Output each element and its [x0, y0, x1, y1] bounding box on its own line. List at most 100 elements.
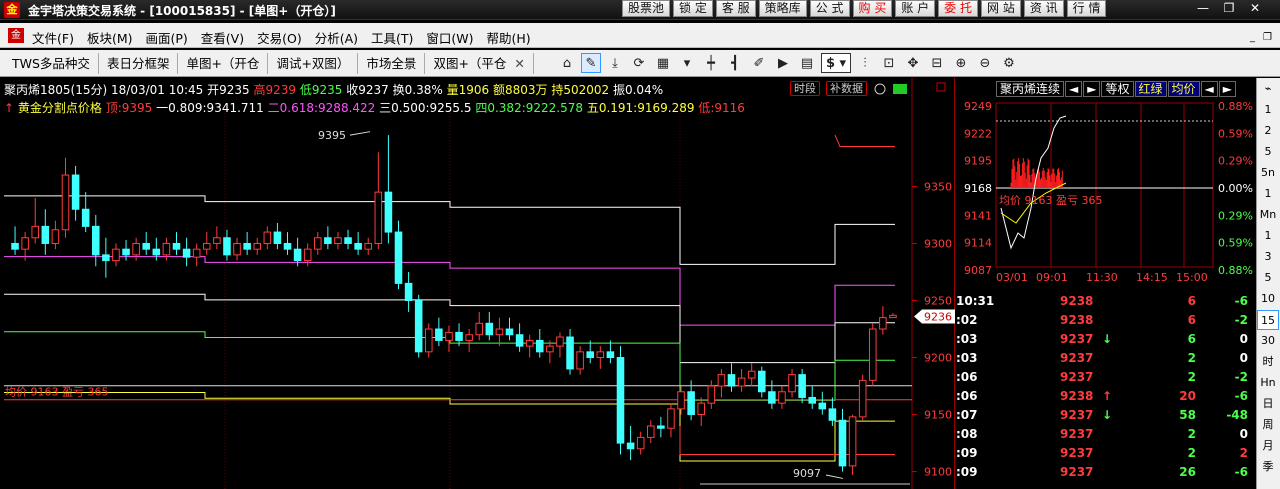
kline-chart[interactable]: 9100 9150 9200 9250 9300 9350 均价 9163 盈亏 365 93…: [0, 78, 955, 489]
top-button-4[interactable]: 公 式: [809, 0, 850, 17]
menu-item-7[interactable]: 窗口(W): [426, 28, 473, 47]
minimize-icon[interactable]: —: [1193, 0, 1213, 17]
chart-icon[interactable]: ⊡: [879, 53, 899, 73]
period-button-1[interactable]: 1: [1257, 100, 1279, 120]
mdi-minimize-icon[interactable]: _: [1250, 32, 1255, 43]
mini-tab-0[interactable]: 聚丙烯连续: [996, 81, 1065, 97]
menu-item-0[interactable]: 文件(F): [32, 28, 74, 47]
period-button-14[interactable]: Hn: [1257, 373, 1279, 393]
layout-tab-5[interactable]: 双图+（平仓 ✕: [425, 53, 534, 74]
top-button-1[interactable]: 锁 定: [673, 0, 713, 17]
settings-icon[interactable]: ⚙: [999, 53, 1019, 73]
top-button-6[interactable]: 账 户: [895, 0, 936, 17]
menu-item-5[interactable]: 分析(A): [315, 28, 358, 47]
period-button-4[interactable]: 5n: [1257, 163, 1279, 183]
top-button-0[interactable]: 股票池: [622, 0, 671, 17]
mini-right-tick: 0.00%: [1218, 182, 1253, 195]
layout-tab-3[interactable]: 调试+双图）: [268, 53, 359, 74]
top-button-10[interactable]: 行 情: [1066, 0, 1107, 17]
period-button-7[interactable]: 1: [1257, 226, 1279, 246]
menu-item-3[interactable]: 查看(V): [201, 28, 244, 47]
menu-item-6[interactable]: 工具(T): [371, 28, 413, 47]
candle-body: [828, 408, 837, 421]
doc-icon[interactable]: ▤: [797, 53, 817, 73]
period-button-6[interactable]: Mn: [1257, 205, 1279, 225]
high-label: 高9239: [253, 83, 297, 97]
high-mark-label: 9395: [318, 129, 346, 142]
grid-icon[interactable]: ▦: [653, 53, 673, 73]
period-button-15[interactable]: 日: [1257, 394, 1279, 414]
dollar-icon[interactable]: $ ▾: [821, 53, 851, 73]
mini-tab-7[interactable]: ►: [1218, 81, 1236, 97]
menu-item-4[interactable]: 交易(O): [257, 28, 302, 47]
intraday-mini-panel[interactable]: 9249 0.88% 9222 0.59% 9195 0.29% 9168 0.00% 9141…: [956, 78, 1256, 289]
restore-icon[interactable]: ❐: [1219, 0, 1239, 17]
period-button-16[interactable]: 周: [1257, 415, 1279, 435]
intraday-mini-chart[interactable]: 9249 0.88% 9222 0.59% 9195 0.29% 9168 0.00% 9141…: [956, 78, 1256, 289]
period-button-2[interactable]: 2: [1257, 121, 1279, 141]
menu-item-1[interactable]: 板块(M): [87, 28, 133, 47]
menu-item-8[interactable]: 帮助(H): [487, 28, 531, 47]
layout-tab-1[interactable]: 表日分框架: [99, 53, 179, 74]
home-icon[interactable]: ⌂: [557, 53, 577, 73]
period-button-0[interactable]: ⌁: [1257, 79, 1279, 99]
kline-chart-panel[interactable]: 9100 9150 9200 9250 9300 9350 均价 9163 盈亏 365 93…: [0, 78, 955, 489]
period-button-10[interactable]: 10: [1257, 289, 1279, 309]
top-button-7[interactable]: 委 托: [938, 0, 978, 17]
session-tag[interactable]: 时段: [790, 81, 820, 96]
play-icon[interactable]: ▶: [773, 53, 793, 73]
layout-tab-2[interactable]: 单图+（开仓: [178, 53, 269, 74]
download-icon[interactable]: ⤓: [605, 53, 625, 73]
tick-time: :06: [956, 389, 978, 403]
tick-arrow: ↓: [1102, 408, 1113, 422]
mini-tab-6[interactable]: ◄: [1200, 81, 1218, 97]
zoom-in-icon[interactable]: ⊕: [951, 53, 971, 73]
mini-tab-1[interactable]: ◄: [1065, 81, 1083, 97]
zoom-out-icon[interactable]: ⊖: [975, 53, 995, 73]
period-button-11[interactable]: 15: [1257, 310, 1279, 330]
mini-tab-5[interactable]: 均价: [1167, 81, 1200, 97]
mdi-restore-icon[interactable]: ❐: [1263, 32, 1272, 43]
draw-line-icon[interactable]: ✎: [581, 53, 601, 73]
candle-body: [213, 237, 221, 244]
fill-data-tag[interactable]: 补数据: [826, 81, 867, 96]
period-button-13[interactable]: 时: [1257, 352, 1279, 372]
top-button-5[interactable]: 购 买: [852, 0, 893, 17]
period-button-8[interactable]: 3: [1257, 247, 1279, 267]
turnover-label: 换0.38%: [392, 83, 443, 97]
top-button-2[interactable]: 客 服: [715, 0, 756, 17]
edit-icon[interactable]: ✐: [749, 53, 769, 73]
close-icon[interactable]: ✕: [1245, 0, 1265, 17]
period-button-18[interactable]: 季: [1257, 457, 1279, 477]
layout-tab-4[interactable]: 市场全景: [358, 53, 426, 74]
mini-left-tick: 9249: [964, 100, 992, 113]
layout-tab-0[interactable]: TWS多品种交: [4, 53, 99, 74]
candle-body: [556, 336, 564, 347]
period-button-5[interactable]: 1: [1257, 184, 1279, 204]
dropdown-icon[interactable]: ▾: [677, 53, 697, 73]
menu-item-2[interactable]: 画面(P): [146, 28, 188, 47]
candle-body: [788, 374, 796, 393]
bars-icon[interactable]: ┫: [725, 53, 745, 73]
period-button-12[interactable]: 30: [1257, 331, 1279, 351]
top-button-3[interactable]: 策略库: [758, 0, 807, 17]
top-button-9[interactable]: 资 讯: [1023, 0, 1064, 17]
zoom-fit-icon[interactable]: ⊟: [927, 53, 947, 73]
mini-tab-3[interactable]: 等权: [1101, 81, 1134, 97]
tick-change: -48: [1226, 408, 1248, 422]
mini-tab-4[interactable]: 红绿: [1134, 81, 1167, 97]
period-button-3[interactable]: 5: [1257, 142, 1279, 162]
menu-app-icon[interactable]: 金: [8, 28, 24, 43]
period-button-9[interactable]: 5: [1257, 268, 1279, 288]
tab-close-icon[interactable]: ✕: [514, 56, 524, 71]
candle-body: [505, 328, 514, 336]
mini-tab-2[interactable]: ►: [1083, 81, 1101, 97]
top-button-8[interactable]: 网 站: [981, 0, 1021, 17]
mini-chart-tabs: 聚丙烯连续 ◄ ► 等权 红绿 均价 ◄ ►: [996, 81, 1237, 97]
period-button-17[interactable]: 月: [1257, 436, 1279, 456]
move-icon[interactable]: ✥: [903, 53, 923, 73]
filter-icon[interactable]: ⫶: [855, 53, 875, 73]
candle-body: [243, 242, 251, 250]
candle-icon[interactable]: ┿: [701, 53, 721, 73]
refresh-icon[interactable]: ⟳: [629, 53, 649, 73]
